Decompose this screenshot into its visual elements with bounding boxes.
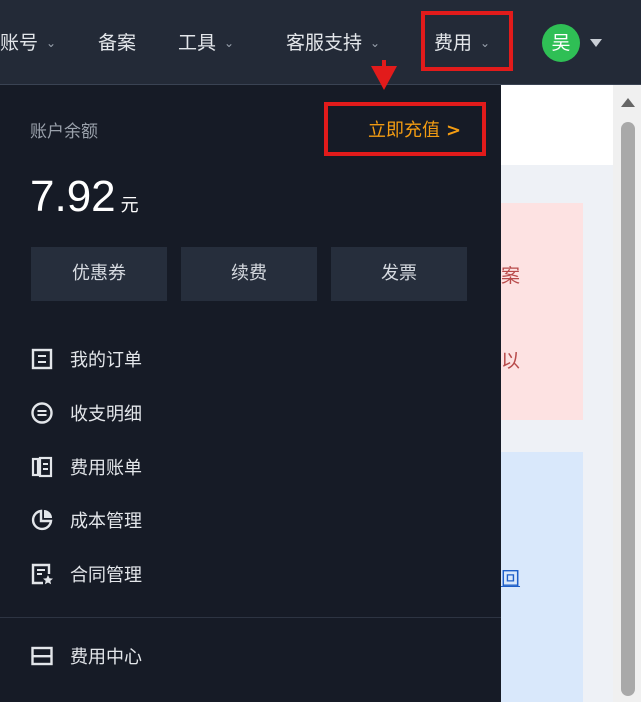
avatar[interactable]: 吴 (542, 24, 580, 62)
income-expense-icon (31, 402, 53, 424)
top-navigation: 账号 ⌄ 备案 工具 ⌄ 客服支持 ⌄ 费用 ⌄ 吴 (0, 0, 641, 85)
nav-account-label: 账号 (0, 32, 39, 54)
balance-amount: 7.92 元 (30, 172, 139, 222)
nav-account[interactable]: 账号 ⌄ (0, 28, 56, 58)
bill-icon (31, 456, 53, 478)
chevron-down-icon: ⌄ (370, 36, 381, 50)
balance-unit: 元 (120, 195, 139, 216)
menu-item-label: 收支明细 (70, 404, 142, 425)
cost-pie-icon (31, 509, 53, 531)
balance-value: 7.92 (30, 172, 116, 221)
menu-item-cost[interactable]: 成本管理 (30, 507, 142, 537)
fee-center-icon (31, 646, 53, 666)
contract-icon (31, 563, 53, 585)
menu-item-label: 合同管理 (70, 565, 142, 586)
info-banner: 回 (501, 452, 583, 702)
arrow-down-icon (371, 66, 397, 90)
notice-text-fragment: 案 (501, 265, 521, 287)
nav-tools[interactable]: 工具 ⌄ (178, 28, 234, 58)
menu-divider (0, 617, 501, 618)
caret-down-icon[interactable] (590, 39, 602, 47)
notice-text-fragment: 以 (501, 350, 521, 372)
renew-button[interactable]: 续费 (181, 247, 317, 301)
nav-tools-label: 工具 (178, 32, 217, 54)
order-list-icon (31, 348, 53, 370)
info-link-fragment[interactable]: 回 (501, 564, 520, 591)
menu-item-label: 成本管理 (70, 511, 142, 532)
fees-highlight-box (421, 11, 513, 71)
notice-banner: 案 以 (501, 203, 583, 420)
recharge-highlight-box (324, 102, 486, 156)
menu-item-bills[interactable]: 费用账单 (30, 454, 142, 484)
avatar-initial: 吴 (551, 32, 571, 54)
menu-item-label: 我的订单 (70, 350, 142, 371)
menu-item-label: 费用中心 (70, 647, 142, 668)
menu-item-label: 费用账单 (70, 458, 142, 479)
nav-support[interactable]: 客服支持 ⌄ (286, 28, 380, 58)
menu-item-contracts[interactable]: 合同管理 (30, 561, 142, 591)
scroll-up-arrow-icon[interactable] (621, 98, 635, 107)
coupon-button[interactable]: 优惠券 (31, 247, 167, 301)
scroll-thumb[interactable] (621, 122, 635, 696)
nav-beian-label: 备案 (98, 32, 137, 54)
chevron-down-icon: ⌄ (224, 36, 235, 50)
invoice-button[interactable]: 发票 (331, 247, 467, 301)
page-header-strip (501, 85, 613, 165)
nav-support-label: 客服支持 (286, 32, 363, 54)
chevron-down-icon: ⌄ (46, 36, 57, 50)
menu-item-orders[interactable]: 我的订单 (30, 346, 142, 376)
nav-beian[interactable]: 备案 (98, 28, 136, 58)
menu-item-income-expense[interactable]: 收支明细 (30, 400, 142, 430)
menu-item-fee-center[interactable]: 费用中心 (30, 643, 142, 673)
balance-label: 账户余额 (30, 122, 98, 142)
